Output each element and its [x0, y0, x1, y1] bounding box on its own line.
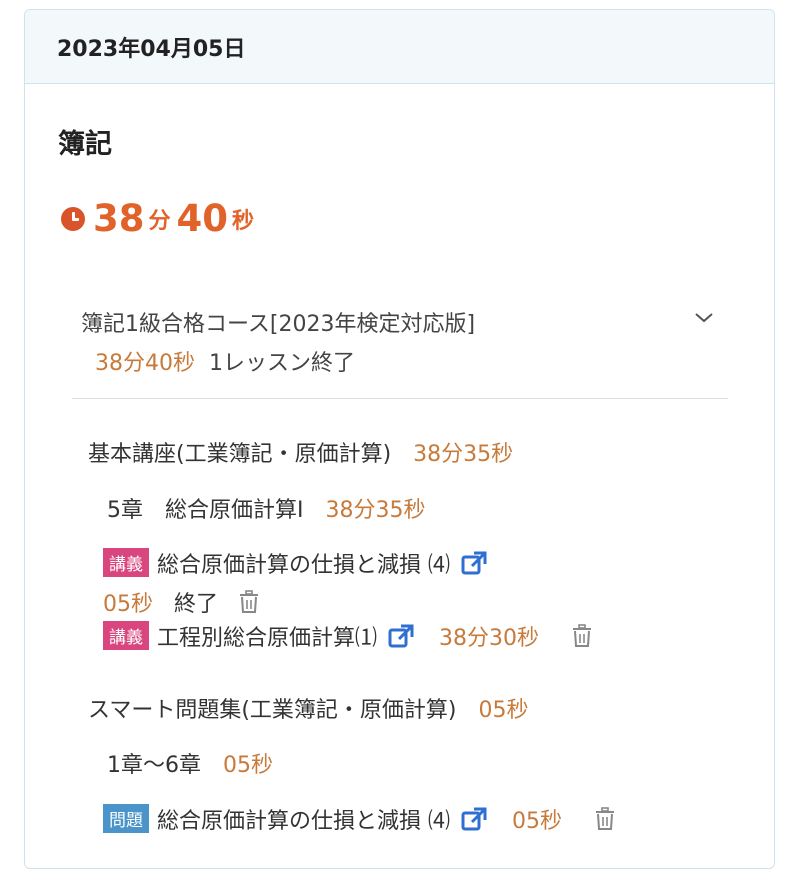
clock-icon [61, 206, 85, 231]
external-link-icon[interactable] [461, 551, 487, 575]
section-name: スマート問題集(工業簿記・原価計算) [88, 698, 457, 723]
chapter-name: 5章 総合原価計算Ⅰ [107, 498, 304, 523]
section-time: 38分35秒 [413, 442, 514, 467]
lesson-meta: 05秒 終了 [103, 586, 259, 618]
subject-title: 簿記 [58, 129, 112, 160]
study-record-card: 2023年04月05日 簿記 38 分 40 秒 簿記1級合格コース[2023年… [24, 9, 775, 869]
chapter-name: 1章〜6章 [107, 753, 201, 778]
chevron-down-icon[interactable] [693, 306, 715, 328]
course-time: 38分40秒 [95, 351, 195, 376]
record-date: 2023年04月05日 [57, 36, 246, 62]
chapter-title: 1章〜6章 05秒 [107, 747, 273, 779]
total-seconds: 40 [176, 197, 229, 240]
trash-icon[interactable] [239, 590, 259, 614]
total-minutes: 38 [93, 197, 145, 240]
chapter-time: 38分35秒 [325, 498, 426, 523]
lesson-time: 38分30秒 [439, 626, 540, 651]
minutes-unit: 分 [148, 208, 171, 234]
chapter-title: 5章 総合原価計算Ⅰ 38分35秒 [107, 492, 426, 524]
section-title: 基本講座(工業簿記・原価計算) 38分35秒 [88, 436, 513, 468]
external-link-icon[interactable] [461, 807, 487, 831]
lecture-badge: 講義 [103, 548, 149, 577]
course-summary: 38分40秒 1レッスン終了 [95, 345, 355, 377]
lecture-badge: 講義 [103, 621, 149, 650]
lesson-title[interactable]: 総合原価計算の仕損と減損 ⑷ [157, 553, 450, 578]
lesson-title[interactable]: 総合原価計算の仕損と減損 ⑷ [157, 809, 450, 834]
exercise-badge: 問題 [103, 804, 149, 833]
section-time: 05秒 [478, 698, 529, 723]
lesson-time: 05秒 [512, 809, 562, 834]
seconds-unit: 秒 [232, 208, 255, 234]
trash-icon[interactable] [572, 624, 592, 648]
section-name: 基本講座(工業簿記・原価計算) [88, 442, 392, 467]
external-link-icon[interactable] [388, 624, 414, 648]
lesson-time: 05秒 [103, 592, 153, 617]
trash-icon[interactable] [595, 807, 615, 831]
lesson-item: 講義 工程別総合原価計算⑴ 38分30秒 [103, 620, 592, 652]
chapter-time: 05秒 [223, 753, 273, 778]
card-header: 2023年04月05日 [25, 10, 774, 84]
section-title: スマート問題集(工業簿記・原価計算) 05秒 [88, 692, 529, 724]
total-time: 38 分 40 秒 [61, 197, 260, 240]
lesson-status: 終了 [174, 592, 219, 617]
lessons-done: 1レッスン終了 [209, 351, 355, 376]
lesson-item: 講義 総合原価計算の仕損と減損 ⑷ [103, 547, 487, 579]
lesson-item: 問題 総合原価計算の仕損と減損 ⑷ 05秒 [103, 803, 615, 835]
course-title[interactable]: 簿記1級合格コース[2023年検定対応版] [81, 306, 475, 338]
divider [72, 398, 728, 399]
lesson-title[interactable]: 工程別総合原価計算⑴ [157, 626, 377, 651]
